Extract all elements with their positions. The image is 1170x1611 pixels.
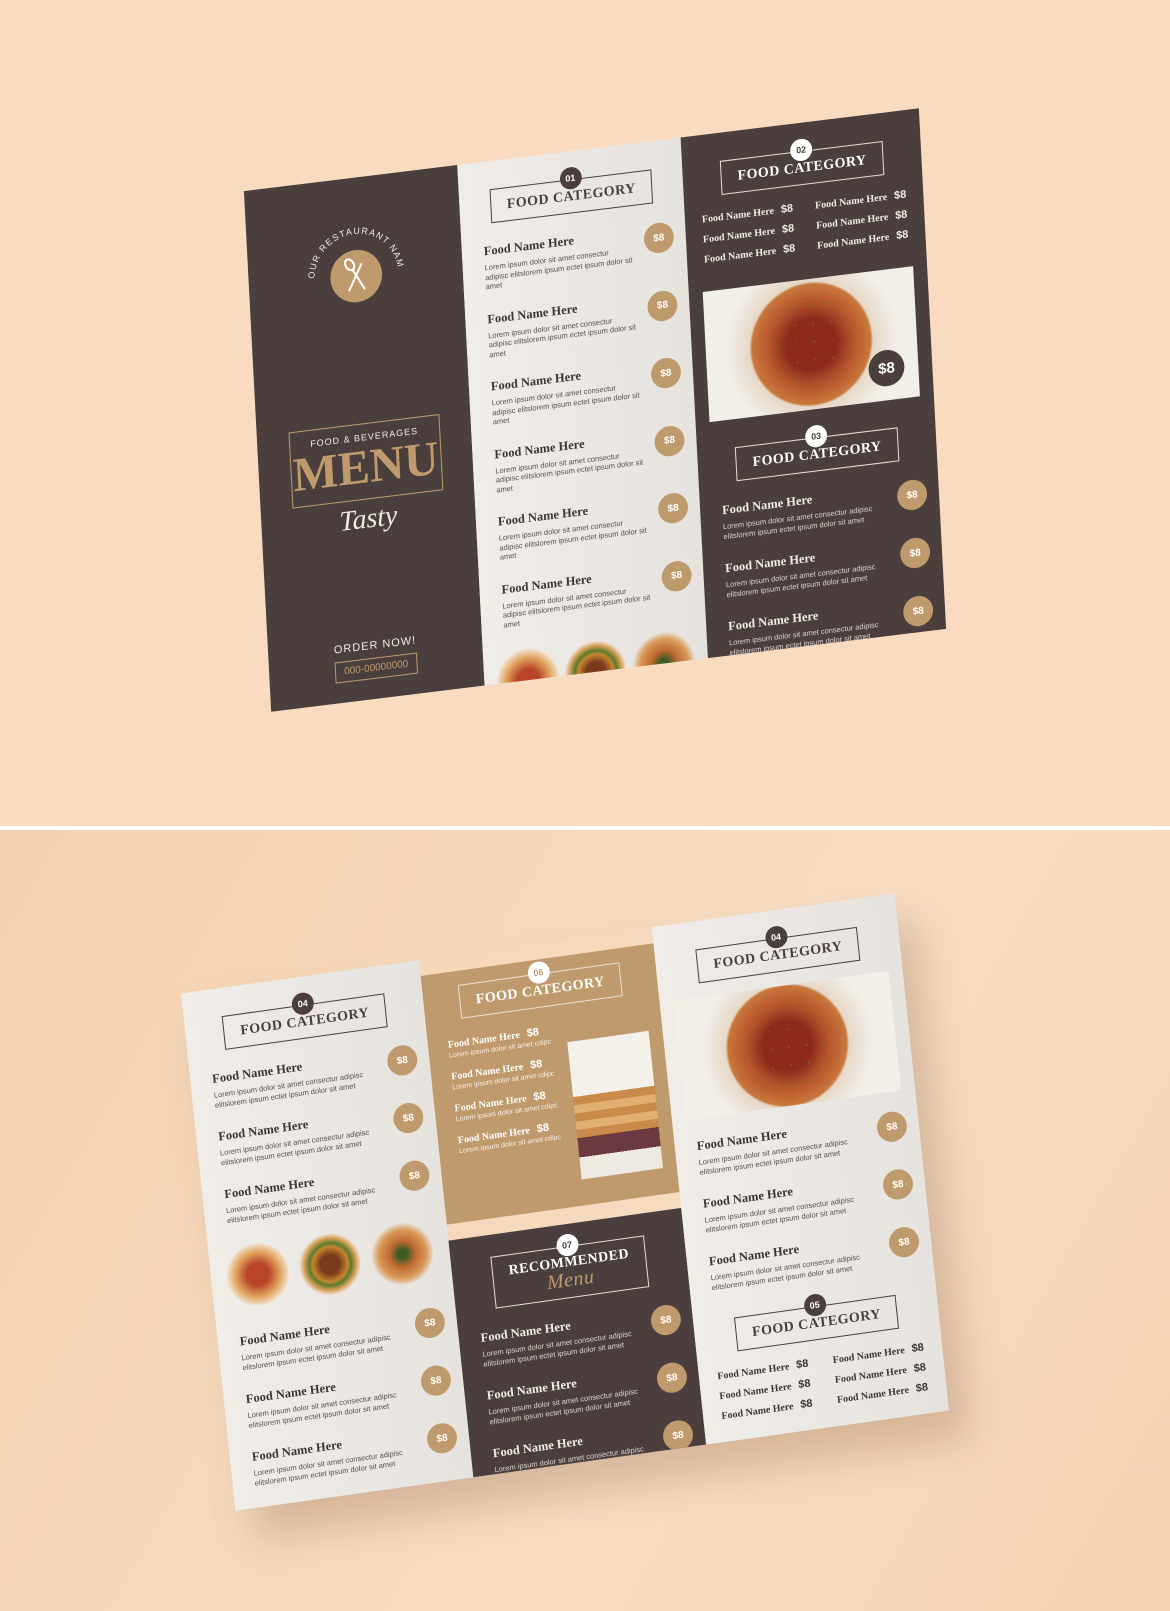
menu-item: Food Name Here Lorem ipsum dolor sit amet… — [469, 355, 695, 430]
item-price: $8 — [529, 1057, 543, 1072]
price-badge: $8 — [660, 558, 693, 593]
item-price: $8 — [780, 202, 794, 216]
item-price: $8 — [795, 1357, 810, 1372]
item-price: $8 — [526, 1026, 540, 1040]
menu-title-box: FOOD & BEVERAGES MENU — [288, 414, 443, 509]
food-photo-pizza — [368, 1218, 437, 1290]
menu-item: Food Name Here Lorem ipsum dolor sit amet… — [472, 422, 698, 497]
price-badge: $8 — [653, 423, 686, 458]
price-list: Food Name Here $8 Food Name Here $8 Food N… — [699, 1339, 948, 1433]
item-price: $8 — [893, 188, 907, 202]
price-badge: $8 — [413, 1305, 447, 1340]
price-badge: $8 — [902, 594, 934, 628]
top-mockup: YOUR RESTAURANT NAME FOOD & BEVERAGES ME… — [0, 0, 1170, 826]
food-photo-pizza — [496, 645, 561, 686]
item-name: Food Name Here — [703, 245, 777, 266]
menu-item: Food Name Here Lorem ipsum dolor sit amet… — [703, 535, 943, 602]
food-photo-pizza — [673, 970, 902, 1121]
price-badge: $8 — [391, 1101, 425, 1136]
price-badge: $8 — [649, 1303, 683, 1338]
item-price: $8 — [894, 208, 908, 222]
brochure-inside: 04 FOOD CATEGORY Food Name Here Lorem ipsu… — [181, 893, 949, 1511]
price-badge: $8 — [385, 1043, 419, 1078]
item-price: $8 — [782, 242, 796, 256]
menu-item: Food Name Here Lorem ipsum dolor sit amet… — [674, 1108, 921, 1180]
food-photo-pancakes — [567, 1030, 663, 1180]
item-price: $8 — [895, 228, 909, 243]
menu-item: Food Name Here Lorem ipsum dolor sit amet… — [223, 1362, 465, 1433]
menu-item: Food Name Here Lorem ipsum dolor sit amet… — [229, 1420, 471, 1491]
item-price: $8 — [532, 1089, 547, 1104]
item-name: Food Name Here — [836, 1384, 910, 1406]
item-price: $8 — [536, 1121, 550, 1136]
menu-item: Food Name Here Lorem ipsum dolor sit amet… — [706, 593, 946, 658]
menu-item: Food Name Here Lorem ipsum dolor sit amet… — [476, 490, 702, 565]
item-name: Food Name Here — [832, 1344, 906, 1366]
bottom-mockup: 04 FOOD CATEGORY Food Name Here Lorem ipsu… — [0, 830, 1170, 1611]
price-badge: $8 — [899, 536, 931, 570]
menu-item: Food Name Here Lorem ipsum dolor sit amet… — [470, 1417, 706, 1477]
menu-item: Food Name Here Lorem ipsum dolor sit amet… — [680, 1166, 927, 1238]
item-price: $8 — [915, 1381, 929, 1395]
price-badge: $8 — [881, 1167, 915, 1202]
price-badge: $8 — [887, 1225, 921, 1260]
menu-item: Food Name Here Lorem ipsum dolor sit amet… — [700, 477, 940, 544]
price-badge: $8 — [896, 478, 928, 512]
menu-item: Food Name Here Lorem ipsum dolor sit amet… — [465, 287, 691, 362]
item-price: $8 — [911, 1341, 925, 1356]
item-price: $8 — [797, 1377, 812, 1392]
menu-item: Food Name Here Lorem ipsum dolor sit amet… — [190, 1042, 432, 1113]
item-name: Food Name Here — [702, 225, 776, 246]
cover-panel: YOUR RESTAURANT NAME FOOD & BEVERAGES ME… — [243, 164, 485, 712]
item-name: Food Name Here — [720, 1400, 795, 1422]
food-photo-burger — [563, 636, 629, 686]
menu-item: Food Name Here Lorem ipsum dolor sit amet… — [464, 1359, 701, 1430]
item-name: Food Name Here — [814, 191, 888, 212]
item-name: Food Name Here — [834, 1364, 908, 1386]
food-photo-burger — [296, 1229, 365, 1300]
price-badge: $8 — [655, 1360, 689, 1395]
menu-item: Food Name Here Lorem ipsum dolor sit amet… — [458, 1301, 695, 1372]
price-badge: $8 — [875, 1109, 909, 1144]
menu-item: Food Name Here Lorem ipsum dolor sit amet… — [196, 1099, 438, 1170]
price-badge: $8 — [643, 221, 675, 255]
item-name: Food Name Here — [701, 205, 775, 226]
price-badge: $8 — [661, 1418, 695, 1453]
item-price: $8 — [799, 1397, 814, 1412]
restaurant-badge: YOUR RESTAURANT NAME — [289, 192, 405, 303]
price-badge: $8 — [646, 288, 679, 323]
section-07: 07 RECOMMENDED Menu Food Name Here Lorem … — [448, 1207, 707, 1478]
brochure-outside: YOUR RESTAURANT NAME FOOD & BEVERAGES ME… — [243, 108, 947, 712]
item-name: Food Name Here — [716, 1360, 790, 1382]
item-price: $8 — [781, 222, 795, 236]
price-badge: $8 — [419, 1363, 453, 1398]
panel-01: 01 FOOD CATEGORY Food Name Here Lorem ipsu… — [457, 137, 708, 686]
section-06: 06 FOOD CATEGORY Food Name Here $8 Lorem ip… — [420, 943, 680, 1225]
food-photo-pizza: $8 — [702, 266, 920, 423]
price-badge: $8 — [397, 1158, 431, 1193]
price-badge: $8 — [867, 347, 906, 389]
price-badge: $8 — [657, 491, 689, 526]
food-photo-pizza — [631, 628, 697, 686]
item-price: $8 — [913, 1361, 927, 1375]
panel-02-03: 02 FOOD CATEGORY Food Name Here $8 Food Na… — [680, 108, 947, 659]
price-badge: $8 — [425, 1421, 459, 1456]
price-badge: $8 — [650, 356, 682, 390]
menu-item: Food Name Here Lorem ipsum dolor sit amet… — [217, 1304, 459, 1375]
food-photo-pizza — [223, 1239, 292, 1310]
item-name: Food Name Here — [815, 211, 889, 232]
phone-number: 000-00000000 — [334, 652, 418, 684]
menu-item: Food Name Here Lorem ipsum dolor sit amet… — [202, 1157, 444, 1228]
menu-item: Food Name Here Lorem ipsum dolor sit amet… — [479, 557, 705, 632]
price-list: Food Name Here $8 Food Name Here $8 Food N… — [685, 186, 926, 275]
menu-item: Food Name Here Lorem ipsum dolor sit amet… — [462, 220, 688, 295]
item-name: Food Name Here — [718, 1380, 792, 1402]
item-name: Food Name Here — [816, 231, 890, 252]
